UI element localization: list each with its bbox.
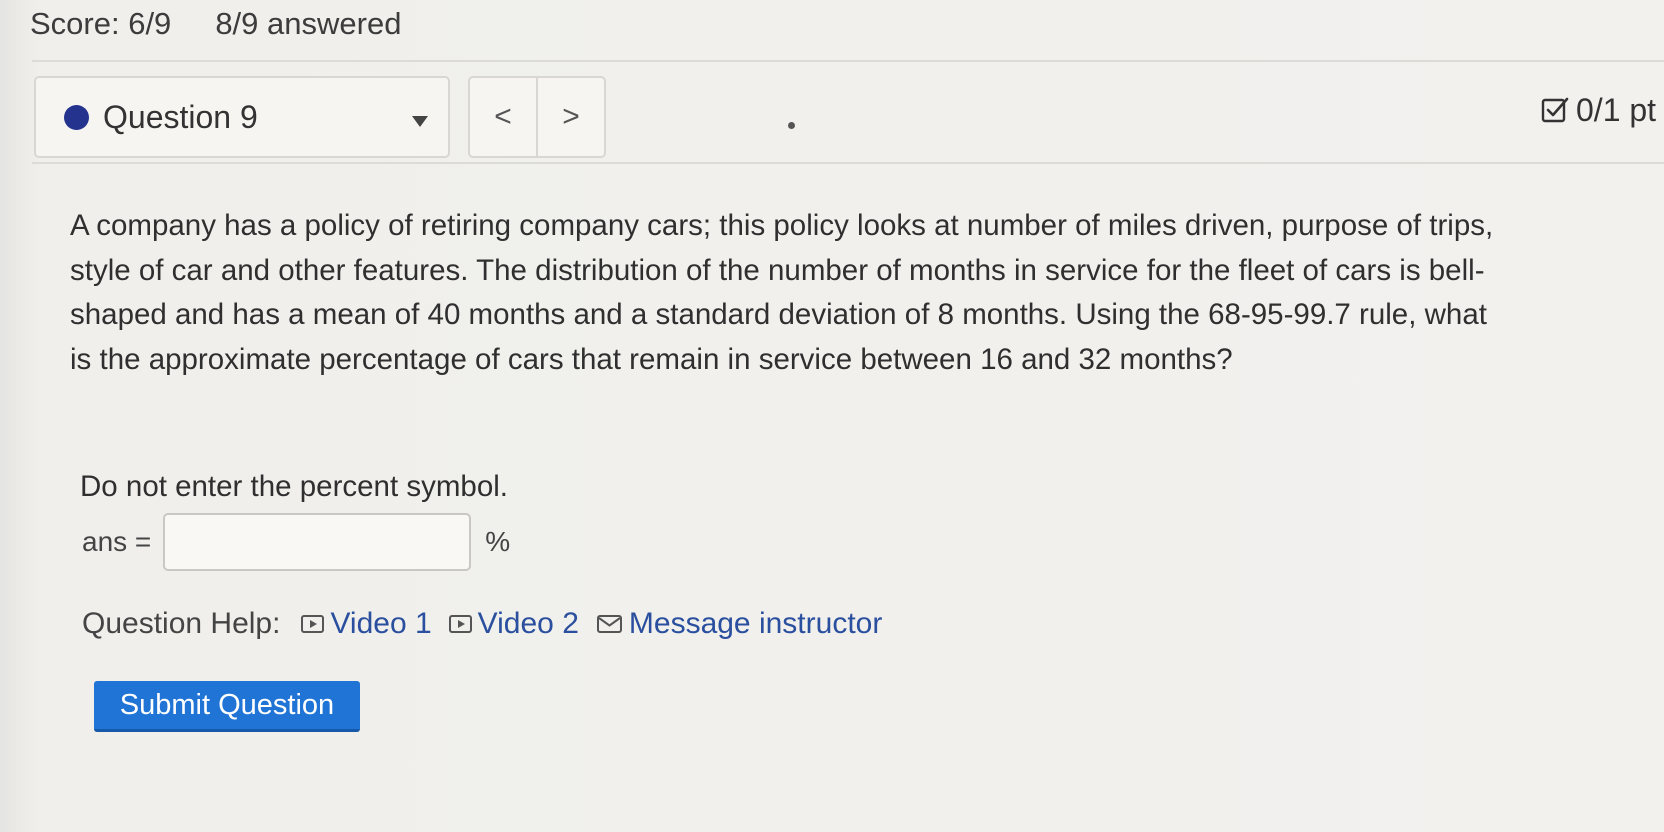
question-help-label: Question Help: [82,607,281,640]
question-header-divider [32,162,1664,164]
submit-question-button[interactable]: Submit Question [94,681,360,732]
score-bar: Score: 6/9 8/9 answered [30,4,401,44]
answer-instruction: Do not enter the percent symbol. [80,470,508,503]
screen-speck [788,122,795,129]
points-text: 0/1 pt [1576,91,1657,128]
points-indicator: 0/1 pt [1540,88,1656,132]
checkbox-check-icon [1540,95,1570,125]
header-divider [32,60,1664,62]
video-2-link[interactable]: Video 2 [448,607,579,641]
video-2-label: Video 2 [477,607,579,640]
question-help: Question Help: Video 1 Video 2 Message i… [82,602,898,646]
answer-input[interactable] [163,513,472,571]
score-text: Score: 6/9 [30,6,172,41]
video-1-link[interactable]: Video 1 [300,607,432,641]
message-instructor-label: Message instructor [628,607,883,640]
answered-count: 8/9 answered [215,6,402,41]
question-selector-dropdown[interactable]: Question 9 [34,76,450,158]
caret-down-icon [412,116,428,127]
question-nav-group: < > [468,76,606,158]
video-1-label: Video 1 [330,607,432,640]
question-selector-label: Question 9 [103,98,258,135]
answer-unit: % [485,526,511,557]
message-instructor-link[interactable]: Message instructor [595,607,882,641]
mail-icon [596,615,622,633]
answer-row: ans = % [82,512,510,572]
next-question-button[interactable]: > [538,78,604,156]
question-status-dot [64,104,89,130]
video-icon [448,615,472,633]
question-text: A company has a policy of retiring compa… [70,209,1494,376]
answer-label: ans = [82,526,152,557]
previous-question-button[interactable]: < [470,78,538,156]
video-icon [301,615,325,633]
